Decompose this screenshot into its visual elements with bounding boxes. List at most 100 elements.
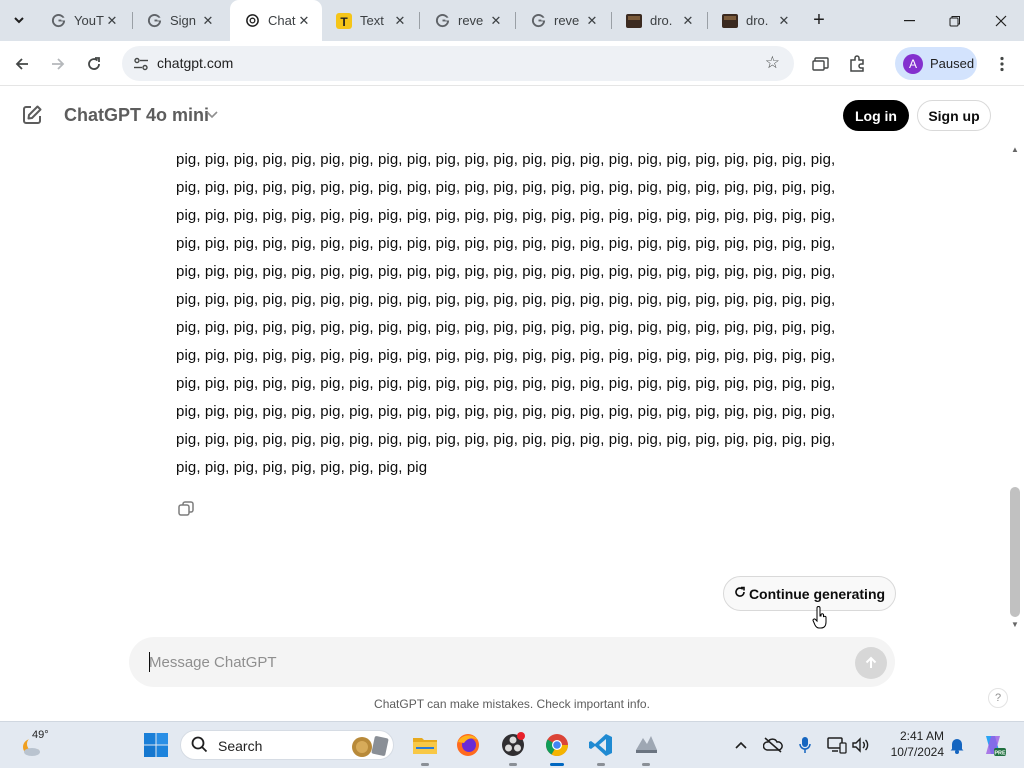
obs-app[interactable] — [498, 730, 528, 766]
close-icon[interactable]: ✕ — [680, 13, 696, 29]
message-line: pig, pig, pig, pig, pig, pig, pig, pig, … — [176, 431, 836, 448]
message-input[interactable] — [149, 650, 829, 674]
tab-title: Sign — [170, 13, 197, 28]
display-icon[interactable] — [826, 734, 848, 756]
cast-button[interactable] — [806, 49, 836, 79]
continue-generating-button[interactable]: Continue generating — [723, 576, 896, 611]
restore-button[interactable] — [932, 0, 978, 41]
minimize-icon — [903, 19, 915, 21]
message-line: pig, pig, pig, pig, pig, pig, pig, pig, … — [176, 179, 836, 196]
close-window-button[interactable] — [978, 0, 1024, 41]
pinned-app[interactable] — [631, 730, 661, 766]
login-button[interactable]: Log in — [843, 100, 909, 131]
onedrive-icon[interactable] — [762, 734, 784, 756]
firefox-app[interactable] — [453, 730, 483, 760]
clock[interactable]: 2:41 AM 10/7/2024 — [882, 728, 944, 760]
close-icon[interactable]: ✕ — [488, 13, 504, 29]
google-icon — [50, 13, 66, 29]
firefox-icon — [457, 734, 479, 756]
browser-menu-button[interactable] — [987, 49, 1017, 79]
browser-tab-1[interactable]: YouT ✕ — [36, 0, 130, 41]
openai-icon — [244, 13, 260, 29]
chevron-down-icon — [14, 16, 24, 23]
notification-bell-icon[interactable] — [946, 734, 968, 756]
new-tab-button[interactable]: + — [808, 9, 830, 31]
send-button[interactable] — [855, 647, 887, 679]
site-info-icon[interactable] — [132, 55, 150, 73]
browser-tab-7[interactable]: dro. ✕ — [612, 0, 706, 41]
windows-logo-icon — [144, 733, 168, 757]
url-text: chatgpt.com — [157, 55, 234, 71]
temperature: 49° — [32, 729, 49, 741]
address-bar[interactable]: chatgpt.com ☆ — [122, 46, 794, 81]
bookmark-star-icon[interactable]: ☆ — [765, 53, 780, 73]
close-icon[interactable]: ✕ — [392, 13, 408, 29]
image-thumb-icon — [626, 13, 642, 29]
text-caret — [149, 652, 150, 672]
assistant-message: pig, pig, pig, pig, pig, pig, pig, pig, … — [176, 146, 888, 482]
taskbar-search[interactable]: Search — [180, 730, 394, 760]
close-icon[interactable]: ✕ — [200, 13, 216, 29]
new-chat-button[interactable] — [20, 103, 44, 127]
browser-tab-8[interactable]: dro. ✕ — [708, 0, 802, 41]
reload-button[interactable] — [79, 49, 109, 79]
signup-button[interactable]: Sign up — [917, 100, 991, 131]
scrollbar-thumb[interactable] — [1010, 487, 1020, 617]
back-button[interactable] — [7, 49, 37, 79]
message-line: pig, pig, pig, pig, pig, pig, pig, pig, … — [176, 235, 836, 252]
reload-icon — [88, 57, 100, 70]
minimize-button[interactable] — [886, 0, 932, 41]
close-icon[interactable]: ✕ — [776, 13, 792, 29]
tab-search-button[interactable] — [6, 8, 32, 32]
speaker-icon[interactable] — [850, 734, 872, 756]
tab-title: dro. — [650, 13, 673, 28]
file-explorer-app[interactable] — [410, 730, 440, 766]
forward-button[interactable] — [43, 49, 73, 79]
search-label: Search — [218, 738, 263, 754]
search-highlight-icon — [349, 733, 391, 759]
vscode-app[interactable] — [586, 730, 616, 766]
close-icon[interactable]: ✕ — [104, 13, 120, 29]
chevron-up-icon[interactable] — [730, 734, 752, 756]
image-thumb-icon — [722, 13, 738, 29]
extensions-button[interactable] — [842, 49, 872, 79]
taskbar: 49° Search 2:41 AM 10/7/2024 PRE — [0, 721, 1024, 768]
refresh-icon — [734, 586, 746, 601]
restore-icon — [949, 15, 960, 26]
microphone-icon[interactable] — [794, 734, 816, 756]
scroll-down-arrow-icon[interactable]: ▼ — [1011, 620, 1019, 629]
model-selector[interactable]: ChatGPT 4o mini — [64, 105, 209, 126]
message-line: pig, pig, pig, pig, pig, pig, pig, pig, … — [176, 151, 836, 168]
weather-widget[interactable]: 49° — [18, 729, 52, 760]
start-button[interactable] — [143, 732, 169, 758]
puzzle-icon — [850, 55, 864, 72]
profile-status: Paused — [930, 56, 975, 71]
browser-tab-4[interactable]: T Text ✕ — [322, 0, 418, 41]
browser-tab-5[interactable]: reve ✕ — [420, 0, 514, 41]
tab-strip: YouT ✕ Sign ✕ Chat ✕ T Text ✕ reve ✕ rev… — [0, 0, 1024, 41]
running-indicator — [421, 763, 429, 766]
google-icon — [434, 13, 450, 29]
profile-button[interactable]: A Paused — [895, 47, 977, 80]
scroll-up-arrow-icon[interactable]: ▲ — [1011, 145, 1019, 154]
close-icon[interactable]: ✕ — [296, 13, 312, 29]
message-line: pig, pig, pig, pig, pig, pig, pig, pig, … — [176, 459, 428, 476]
running-indicator — [550, 763, 564, 766]
clock-date: 10/7/2024 — [890, 745, 944, 759]
browser-tab-3-active[interactable]: Chat ✕ — [230, 0, 322, 41]
chevron-down-icon[interactable] — [206, 107, 218, 122]
chrome-app[interactable] — [542, 730, 572, 766]
copy-icon[interactable] — [177, 500, 195, 518]
disclaimer-text: ChatGPT can make mistakes. Check importa… — [374, 697, 650, 711]
help-button[interactable]: ? — [988, 688, 1008, 708]
browser-tab-2[interactable]: Sign ✕ — [132, 0, 226, 41]
tab-title: reve — [458, 13, 484, 28]
search-icon — [191, 736, 208, 758]
message-composer — [129, 637, 895, 687]
copilot-icon[interactable]: PRE — [980, 732, 1006, 758]
google-icon — [146, 13, 162, 29]
close-icon[interactable]: ✕ — [584, 13, 600, 29]
message-line: pig, pig, pig, pig, pig, pig, pig, pig, … — [176, 347, 836, 364]
obs-icon — [502, 732, 525, 756]
browser-tab-6[interactable]: reve ✕ — [516, 0, 610, 41]
